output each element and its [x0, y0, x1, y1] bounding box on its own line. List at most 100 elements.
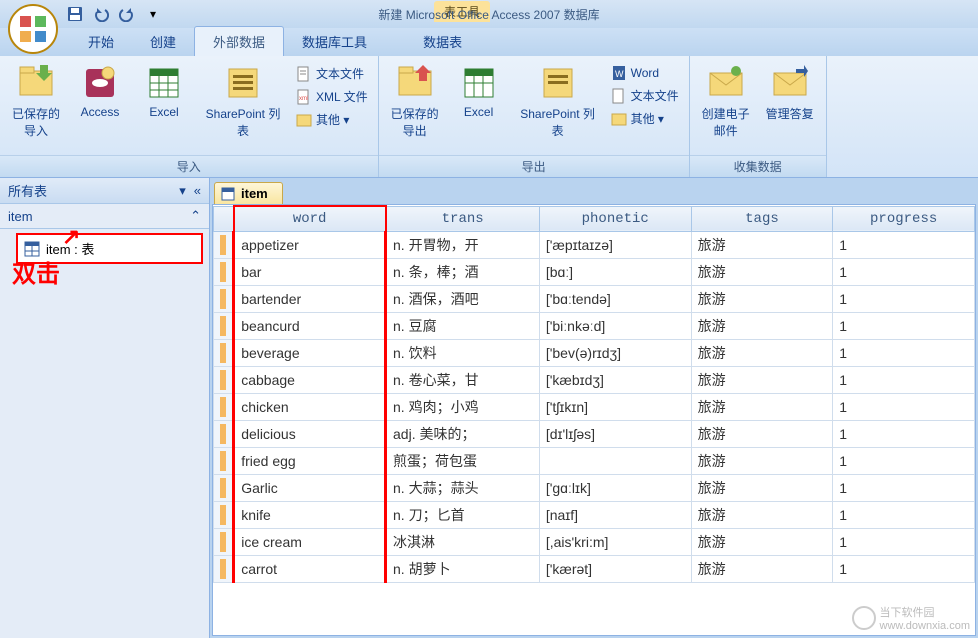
- row-selector[interactable]: [214, 340, 234, 367]
- cell-tags[interactable]: 旅游: [691, 232, 833, 259]
- cell-word[interactable]: beancurd: [234, 313, 386, 340]
- cell-phonetic[interactable]: ['bev(ə)rɪdʒ]: [539, 340, 691, 367]
- table-row[interactable]: chickenn. 鸡肉；小鸡['tʃɪkɪn]旅游1: [214, 394, 975, 421]
- table-row[interactable]: beveragen. 饮料['bev(ə)rɪdʒ]旅游1: [214, 340, 975, 367]
- col-word[interactable]: word: [234, 206, 386, 232]
- collapse-pane-icon[interactable]: «: [194, 183, 201, 198]
- cell-trans[interactable]: n. 鸡肉；小鸡: [386, 394, 540, 421]
- excel-export-button[interactable]: Excel: [449, 59, 509, 123]
- cell-phonetic[interactable]: ['gɑːlɪk]: [539, 475, 691, 502]
- cell-phonetic[interactable]: ['kæbɪdʒ]: [539, 367, 691, 394]
- row-selector[interactable]: [214, 475, 234, 502]
- cell-word[interactable]: Garlic: [234, 475, 386, 502]
- word-export-button[interactable]: WWord: [607, 63, 683, 83]
- cell-progress[interactable]: 1: [833, 394, 975, 421]
- cell-progress[interactable]: 1: [833, 448, 975, 475]
- cell-tags[interactable]: 旅游: [691, 448, 833, 475]
- cell-word[interactable]: cabbage: [234, 367, 386, 394]
- cell-progress[interactable]: 1: [833, 259, 975, 286]
- cell-phonetic[interactable]: ['æpɪtaɪzə]: [539, 232, 691, 259]
- tab-datasheet[interactable]: 数据表: [405, 27, 480, 56]
- cell-progress[interactable]: 1: [833, 421, 975, 448]
- access-import-button[interactable]: Access: [70, 59, 130, 123]
- cell-tags[interactable]: 旅游: [691, 529, 833, 556]
- xmlfile-import-button[interactable]: xmlXML 文件: [292, 86, 372, 107]
- cell-trans[interactable]: n. 饮料: [386, 340, 540, 367]
- cell-trans[interactable]: n. 胡萝卜: [386, 556, 540, 583]
- cell-tags[interactable]: 旅游: [691, 340, 833, 367]
- manage-reply-button[interactable]: 管理答复: [760, 59, 820, 126]
- chevron-down-icon[interactable]: ▾: [179, 183, 186, 199]
- qat-dropdown-icon[interactable]: ▾: [142, 3, 164, 25]
- cell-word[interactable]: fried egg: [234, 448, 386, 475]
- other-export-button[interactable]: 其他 ▾: [607, 108, 683, 129]
- textfile-export-button[interactable]: 文本文件: [607, 85, 683, 106]
- cell-phonetic[interactable]: [naɪf]: [539, 502, 691, 529]
- cell-trans[interactable]: n. 豆腐: [386, 313, 540, 340]
- tab-start[interactable]: 开始: [70, 27, 132, 56]
- cell-trans[interactable]: n. 酒保，酒吧: [386, 286, 540, 313]
- cell-progress[interactable]: 1: [833, 556, 975, 583]
- cell-progress[interactable]: 1: [833, 367, 975, 394]
- col-progress[interactable]: progress: [833, 206, 975, 232]
- cell-trans[interactable]: 冰淇淋: [386, 529, 540, 556]
- table-row[interactable]: fried egg煎蛋；荷包蛋旅游1: [214, 448, 975, 475]
- cell-word[interactable]: bar: [234, 259, 386, 286]
- office-button[interactable]: [6, 2, 60, 56]
- cell-tags[interactable]: 旅游: [691, 286, 833, 313]
- cell-tags[interactable]: 旅游: [691, 421, 833, 448]
- cell-tags[interactable]: 旅游: [691, 367, 833, 394]
- tab-create[interactable]: 创建: [132, 27, 194, 56]
- cell-phonetic[interactable]: [bɑː]: [539, 259, 691, 286]
- cell-tags[interactable]: 旅游: [691, 556, 833, 583]
- table-row[interactable]: barn. 条，棒；酒[bɑː]旅游1: [214, 259, 975, 286]
- excel-import-button[interactable]: Excel: [134, 59, 194, 123]
- row-selector[interactable]: [214, 259, 234, 286]
- col-phonetic[interactable]: phonetic: [539, 206, 691, 232]
- cell-phonetic[interactable]: [dɪ'lɪʃəs]: [539, 421, 691, 448]
- table-row[interactable]: Garlicn. 大蒜；蒜头['gɑːlɪk]旅游1: [214, 475, 975, 502]
- col-tags[interactable]: tags: [691, 206, 833, 232]
- cell-word[interactable]: knife: [234, 502, 386, 529]
- cell-phonetic[interactable]: [539, 448, 691, 475]
- cell-progress[interactable]: 1: [833, 340, 975, 367]
- create-email-button[interactable]: 创建电子邮件: [696, 59, 756, 143]
- saved-imports-button[interactable]: 已保存的导入: [6, 59, 66, 143]
- cell-phonetic[interactable]: ['kærət]: [539, 556, 691, 583]
- sharepoint-export-button[interactable]: SharePoint 列表: [513, 59, 603, 143]
- sharepoint-import-button[interactable]: SharePoint 列表: [198, 59, 288, 143]
- cell-word[interactable]: chicken: [234, 394, 386, 421]
- nav-group-header[interactable]: item ⌃: [0, 204, 209, 229]
- textfile-import-button[interactable]: 文本文件: [292, 63, 372, 84]
- row-selector[interactable]: [214, 286, 234, 313]
- cell-tags[interactable]: 旅游: [691, 394, 833, 421]
- row-selector[interactable]: [214, 556, 234, 583]
- cell-trans[interactable]: n. 卷心菜，甘: [386, 367, 540, 394]
- table-row[interactable]: cabbagen. 卷心菜，甘['kæbɪdʒ]旅游1: [214, 367, 975, 394]
- cell-tags[interactable]: 旅游: [691, 259, 833, 286]
- cell-word[interactable]: carrot: [234, 556, 386, 583]
- sheet-tab-item[interactable]: item: [214, 182, 283, 204]
- cell-tags[interactable]: 旅游: [691, 475, 833, 502]
- save-icon[interactable]: [64, 3, 86, 25]
- table-row[interactable]: bartendern. 酒保，酒吧['bɑːtendə]旅游1: [214, 286, 975, 313]
- tab-external-data[interactable]: 外部数据: [194, 26, 284, 56]
- cell-phonetic[interactable]: ['bɑːtendə]: [539, 286, 691, 313]
- col-trans[interactable]: trans: [386, 206, 540, 232]
- row-selector[interactable]: [214, 502, 234, 529]
- cell-trans[interactable]: n. 开胃物，开: [386, 232, 540, 259]
- cell-tags[interactable]: 旅游: [691, 502, 833, 529]
- table-row[interactable]: appetizern. 开胃物，开['æpɪtaɪzə]旅游1: [214, 232, 975, 259]
- tab-dbtools[interactable]: 数据库工具: [284, 27, 385, 56]
- cell-progress[interactable]: 1: [833, 232, 975, 259]
- cell-trans[interactable]: adj. 美味的；: [386, 421, 540, 448]
- row-selector[interactable]: [214, 367, 234, 394]
- row-selector[interactable]: [214, 232, 234, 259]
- cell-tags[interactable]: 旅游: [691, 313, 833, 340]
- row-selector[interactable]: [214, 313, 234, 340]
- row-selector[interactable]: [214, 394, 234, 421]
- cell-progress[interactable]: 1: [833, 529, 975, 556]
- cell-word[interactable]: bartender: [234, 286, 386, 313]
- table-row[interactable]: ice cream冰淇淋[,ais'kri:m]旅游1: [214, 529, 975, 556]
- table-row[interactable]: deliciousadj. 美味的；[dɪ'lɪʃəs]旅游1: [214, 421, 975, 448]
